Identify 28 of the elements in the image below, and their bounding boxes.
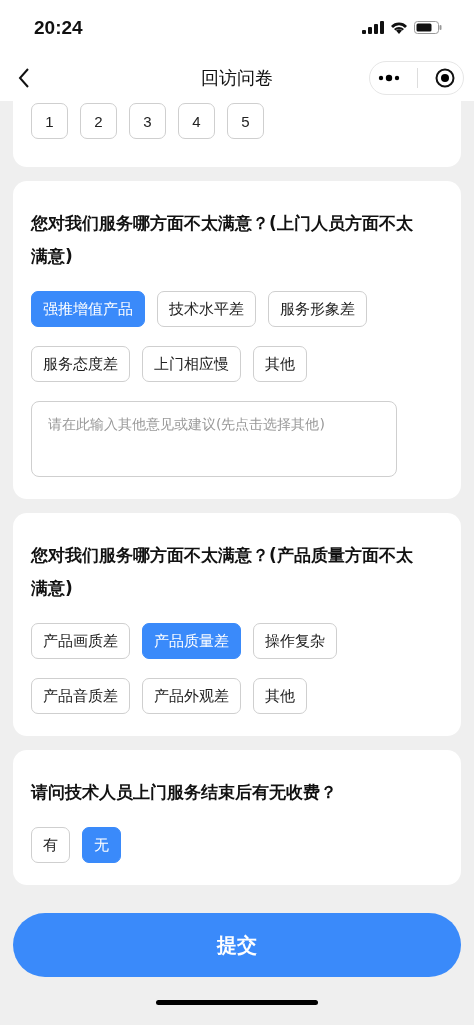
answer-option[interactable]: 有 — [31, 827, 70, 863]
answer-option[interactable]: 上门相应慢 — [142, 346, 241, 382]
answer-option[interactable]: 服务态度差 — [31, 346, 130, 382]
rating-option[interactable]: 1 — [31, 103, 68, 139]
more-icon[interactable] — [378, 74, 401, 82]
answer-option[interactable]: 其他 — [253, 678, 307, 714]
answer-option[interactable]: 技术水平差 — [157, 291, 256, 327]
battery-icon — [414, 21, 442, 34]
comment-field[interactable]: 请在此输入其他意见或建议(先点击选择其他) — [31, 401, 397, 477]
rating-option[interactable]: 5 — [227, 103, 264, 139]
question-title: 您对我们服务哪方面不太满意？(上门人员方面不太满意) — [31, 212, 414, 268]
answer-option[interactable]: 操作复杂 — [253, 623, 337, 659]
status-time: 20:24 — [34, 16, 83, 39]
wifi-icon — [390, 21, 408, 34]
answer-option[interactable]: 产品音质差 — [31, 678, 130, 714]
answer-option[interactable]: 其他 — [253, 346, 307, 382]
rating-option[interactable]: 4 — [178, 103, 215, 139]
answer-option[interactable]: 产品外观差 — [142, 678, 241, 714]
close-icon[interactable] — [434, 68, 455, 88]
rating-option[interactable]: 3 — [129, 103, 166, 139]
signal-icon — [362, 21, 384, 34]
question-title: 请问技术人员上门服务结束后有无收费？ — [31, 781, 338, 804]
question-title: 您对我们服务哪方面不太满意？(产品质量方面不太满意) — [31, 544, 414, 600]
back-icon[interactable] — [18, 68, 30, 88]
answer-option[interactable]: 服务形象差 — [268, 291, 367, 327]
page-title: 回访问卷 — [201, 66, 273, 90]
rating-option[interactable]: 2 — [80, 103, 117, 139]
answer-option[interactable]: 产品画质差 — [31, 623, 130, 659]
